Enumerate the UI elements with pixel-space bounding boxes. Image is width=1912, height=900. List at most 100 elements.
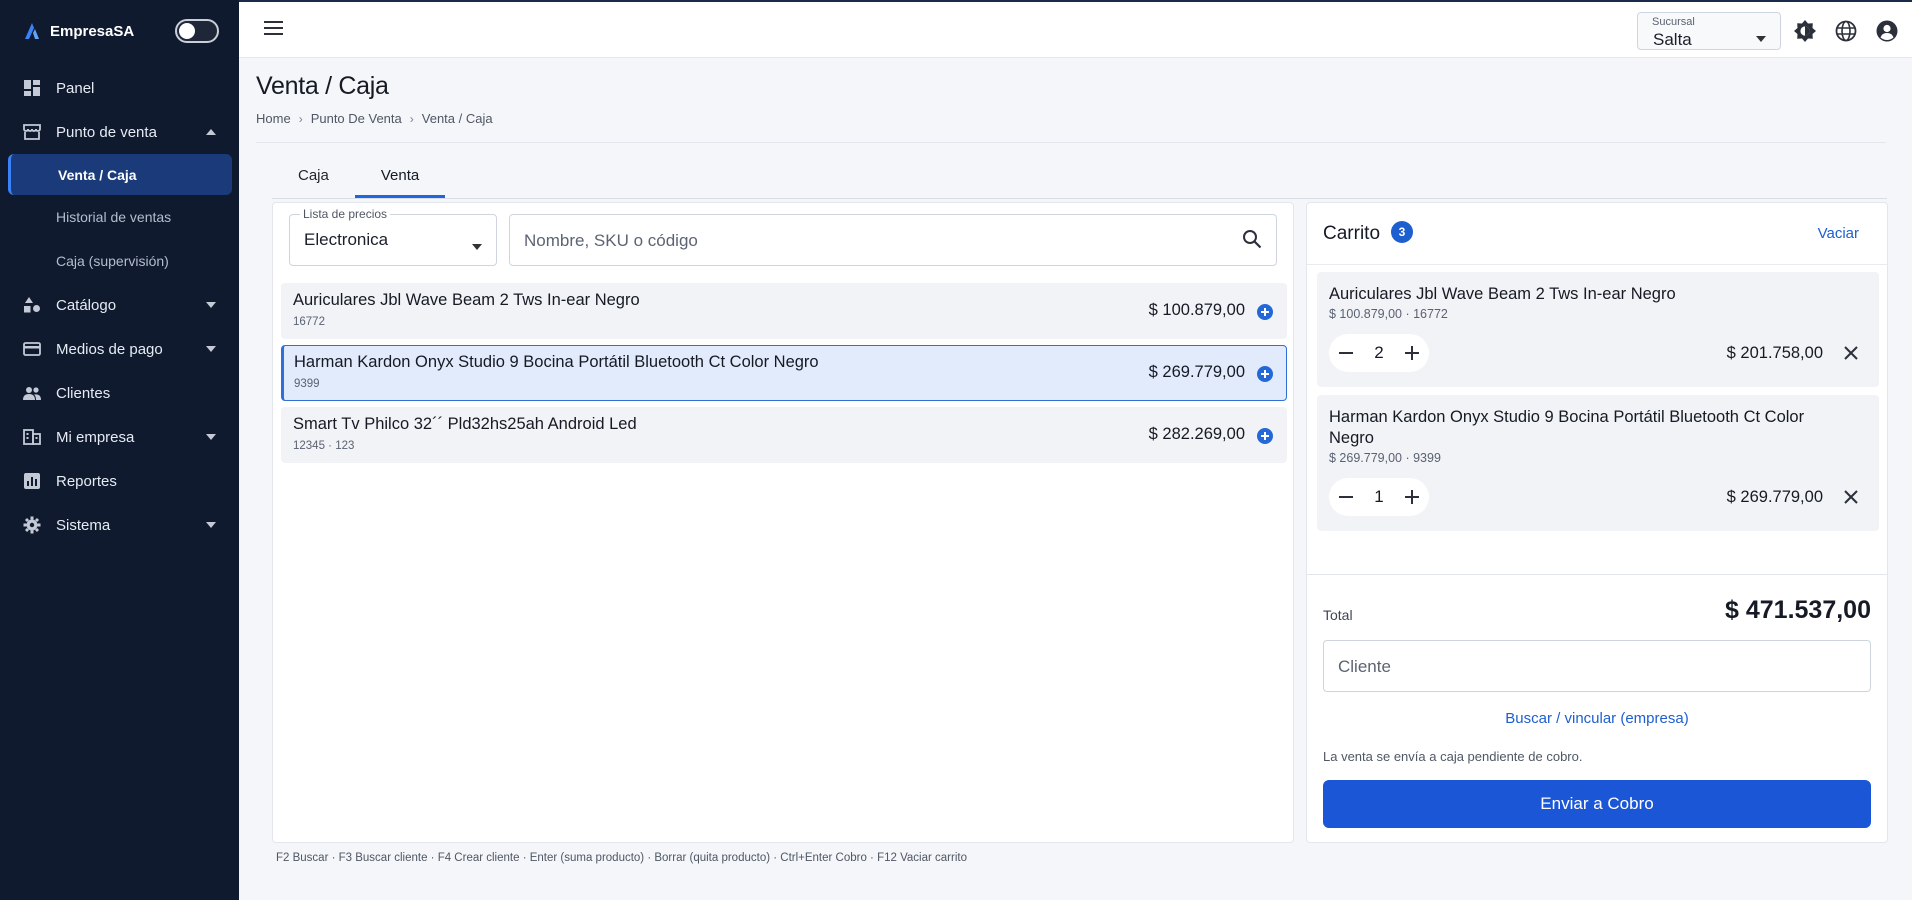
sidebar-item-label: Catálogo: [56, 296, 117, 314]
store-icon: [22, 122, 42, 142]
sidebar-subitem-venta-caja[interactable]: Venta / Caja: [8, 154, 232, 195]
account-icon[interactable]: [1875, 19, 1899, 43]
tab-caja[interactable]: Caja: [272, 158, 355, 198]
chevron-down-icon: [205, 299, 217, 311]
link-client-button[interactable]: Buscar / vincular (empresa): [1307, 710, 1887, 727]
add-circle-icon[interactable]: [1257, 428, 1273, 444]
business-icon: [22, 427, 42, 447]
quantity-value: 1: [1374, 487, 1384, 506]
product-sku: 9399: [294, 378, 320, 390]
sidebar-item-punto-de-venta[interactable]: Punto de venta: [0, 110, 239, 154]
close-icon[interactable]: [1841, 487, 1861, 507]
increment-button[interactable]: [1395, 478, 1429, 516]
cart-count-badge: 3: [1391, 221, 1413, 243]
brand-logo-icon: [20, 19, 44, 43]
sidebar-item-panel[interactable]: Panel: [0, 66, 239, 110]
product-price: $ 282.269,00: [1148, 425, 1245, 443]
chevron-up-icon: [205, 126, 217, 138]
sidebar-subitem-caja-supervision[interactable]: Caja (supervisión): [0, 239, 239, 283]
sidebar-item-reportes[interactable]: Reportes: [0, 459, 239, 503]
catalog-icon: [22, 295, 42, 315]
product-row[interactable]: Auriculares Jbl Wave Beam 2 Tws In-ear N…: [281, 283, 1287, 339]
cart-item: Auriculares Jbl Wave Beam 2 Tws In-ear N…: [1317, 272, 1879, 387]
tabs: Caja Venta: [272, 158, 446, 198]
product-name: Smart Tv Philco 32´´ Pld32hs25ah Android…: [293, 415, 637, 433]
chevron-down-icon: [205, 431, 217, 443]
cart-item-meta: $ 100.879,00 · 16772: [1329, 307, 1448, 321]
add-circle-icon[interactable]: [1257, 304, 1273, 320]
sidebar: EmpresaSA Panel Punto de venta Venta / C…: [0, 0, 239, 900]
product-sku: 12345 · 123: [293, 440, 355, 452]
product-row[interactable]: Smart Tv Philco 32´´ Pld32hs25ah Android…: [281, 407, 1287, 463]
price-list-label: Lista de precios: [300, 207, 391, 221]
menu-icon[interactable]: [263, 20, 285, 38]
sidebar-item-label: Reportes: [56, 472, 117, 490]
sidebar-item-medios-de-pago[interactable]: Medios de pago: [0, 327, 239, 371]
total-label: Total: [1323, 607, 1353, 623]
sidebar-item-label: Clientes: [56, 384, 111, 402]
send-to-checkout-button[interactable]: Enviar a Cobro: [1323, 780, 1871, 828]
keyboard-shortcuts: F2 Buscar · F3 Buscar cliente · F4 Crear…: [276, 852, 967, 864]
tab-venta[interactable]: Venta: [354, 158, 446, 198]
sidebar-subitem-historial[interactable]: Historial de ventas: [0, 195, 239, 239]
divider: [1307, 574, 1887, 575]
chevron-down-icon: [1756, 29, 1766, 47]
client-input[interactable]: [1338, 655, 1838, 679]
sidebar-item-mi-empresa[interactable]: Mi empresa: [0, 415, 239, 459]
add-circle-icon[interactable]: [1257, 366, 1273, 382]
cart-item-name: Auriculares Jbl Wave Beam 2 Tws In-ear N…: [1329, 285, 1676, 303]
people-icon: [22, 383, 42, 403]
breadcrumb-punto-de-venta[interactable]: Punto De Venta: [311, 111, 402, 126]
price-list-select[interactable]: Lista de precios Electronica: [289, 207, 497, 266]
product-row[interactable]: Harman Kardon Onyx Studio 9 Bocina Portá…: [281, 345, 1287, 401]
divider: [256, 142, 1886, 143]
product-price: $ 100.879,00: [1148, 301, 1245, 319]
increment-button[interactable]: [1395, 334, 1429, 372]
chevron-down-icon: [472, 237, 482, 255]
cart-item-total: $ 269.779,00: [1726, 488, 1823, 506]
quantity-stepper: 1: [1329, 478, 1429, 516]
product-price: $ 269.779,00: [1148, 363, 1245, 381]
brightness-icon[interactable]: [1793, 19, 1817, 43]
cart-title: Carrito: [1323, 223, 1381, 244]
decrement-button[interactable]: [1329, 478, 1363, 516]
sidebar-item-label: Mi empresa: [56, 428, 135, 446]
clear-cart-button[interactable]: Vaciar: [1818, 225, 1859, 242]
cart-item-meta: $ 269.779,00 · 9399: [1329, 451, 1441, 465]
close-icon[interactable]: [1841, 343, 1861, 363]
brand: EmpresaSA: [0, 0, 239, 62]
sidebar-item-catalogo[interactable]: Catálogo: [0, 283, 239, 327]
globe-icon[interactable]: [1834, 19, 1858, 43]
divider: [1307, 264, 1887, 265]
chevron-down-icon: [205, 519, 217, 531]
topbar: Sucursal Salta: [239, 0, 1912, 58]
chevron-right-icon: ›: [409, 111, 414, 126]
brand-name: EmpresaSA: [50, 22, 135, 40]
gear-icon: [22, 515, 42, 535]
cart-panel: Carrito 3 Vaciar Auriculares Jbl Wave Be…: [1306, 202, 1888, 843]
chevron-right-icon: ›: [298, 111, 303, 126]
quantity-value: 2: [1374, 343, 1384, 362]
breadcrumb-current: Venta / Caja: [421, 111, 493, 126]
cart-item-total: $ 201.758,00: [1726, 344, 1823, 362]
branch-select[interactable]: Sucursal Salta: [1637, 12, 1781, 50]
product-panel: Lista de precios Electronica Auriculares…: [272, 202, 1294, 843]
sidebar-item-label: Sistema: [56, 516, 111, 534]
price-list-value: Electronica: [304, 230, 389, 249]
decrement-button[interactable]: [1329, 334, 1363, 372]
product-name: Auriculares Jbl Wave Beam 2 Tws In-ear N…: [293, 291, 640, 309]
sidebar-item-clientes[interactable]: Clientes: [0, 371, 239, 415]
quantity-stepper: 2: [1329, 334, 1429, 372]
product-name: Harman Kardon Onyx Studio 9 Bocina Portá…: [294, 353, 819, 371]
branch-value: Salta: [1653, 30, 1692, 49]
cart-note: La venta se envía a caja pendiente de co…: [1323, 749, 1583, 764]
theme-toggle[interactable]: [175, 19, 219, 43]
product-search-input[interactable]: [524, 229, 1224, 253]
sidebar-nav: Panel Punto de venta Venta / Caja Histor…: [0, 66, 239, 547]
breadcrumb-home[interactable]: Home: [256, 111, 291, 126]
sidebar-item-label: Punto de venta: [56, 123, 157, 141]
search-icon[interactable]: [1242, 229, 1262, 254]
sidebar-item-sistema[interactable]: Sistema: [0, 503, 239, 547]
total-value: $ 471.537,00: [1725, 596, 1871, 624]
sidebar-item-label: Panel: [56, 79, 95, 97]
